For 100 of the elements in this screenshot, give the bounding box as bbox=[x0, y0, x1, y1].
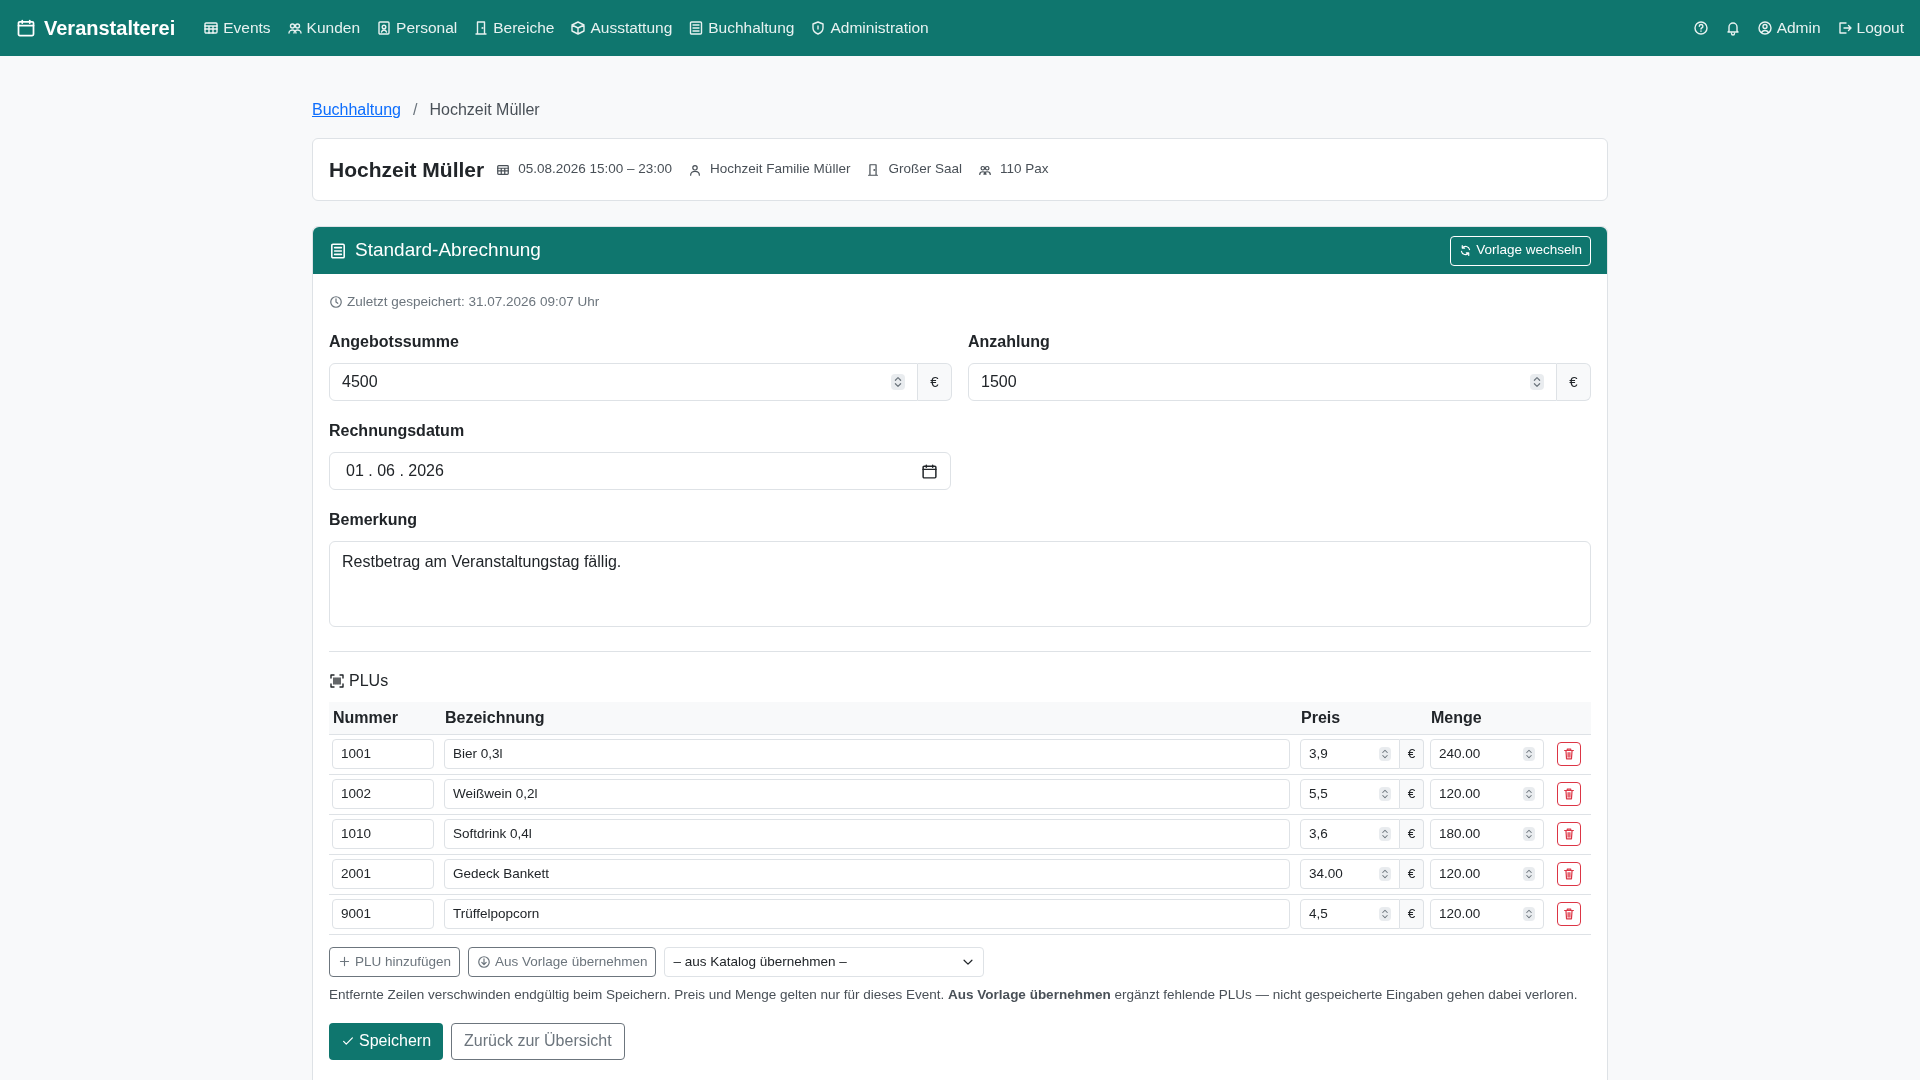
user-menu-link[interactable]: Admin bbox=[1756, 16, 1821, 40]
currency-addon: € bbox=[1400, 779, 1424, 810]
user-circle-icon bbox=[1756, 20, 1773, 36]
help-text: Entfernte Zeilen verschwinden endgültig beim Speichern. Preis und Menge gelten nur für dieses Event. Aus Vorlage übernehmen ergänzt fehlende PLUs — nicht gespeicherte Eingaben gehen dabei verloren. bbox=[329, 985, 1579, 1004]
column-header: Preis bbox=[1301, 709, 1341, 726]
currency-addon: € bbox=[1400, 819, 1424, 850]
box-icon bbox=[570, 20, 587, 36]
from-template-button[interactable]: Aus Vorlage übernehmen bbox=[468, 946, 657, 977]
field-label: Rechnungsdatum bbox=[329, 421, 466, 442]
plu-price-input[interactable]: 5,5 bbox=[1300, 779, 1400, 810]
breadcrumb-link[interactable]: Buchhaltung bbox=[312, 98, 401, 122]
table-icon bbox=[203, 20, 220, 36]
last-saved-text: Zuletzt gespeichert: 31.07.2026 09:07 Uhr bbox=[347, 293, 600, 311]
plus-section-title: PLUs bbox=[349, 671, 389, 692]
save-button[interactable]: Speichern bbox=[329, 1022, 444, 1060]
field-label: Bemerkung bbox=[329, 510, 419, 531]
currency-addon: € bbox=[918, 363, 952, 402]
plu-number-input[interactable]: 1001 bbox=[332, 739, 434, 770]
person-icon bbox=[688, 162, 703, 177]
delete-row-button[interactable] bbox=[1557, 741, 1581, 766]
notifications-button[interactable] bbox=[1724, 20, 1741, 36]
brand-link[interactable]: Veranstalterei bbox=[16, 13, 176, 43]
event-customer: Hochzeit Familie Müller bbox=[710, 160, 851, 179]
table-icon bbox=[496, 162, 511, 177]
plu-number-input[interactable]: 1002 bbox=[332, 779, 434, 810]
barcode-icon bbox=[329, 673, 345, 690]
plu-name-input[interactable]: Softdrink 0,4l bbox=[444, 819, 1290, 850]
trash-icon bbox=[1562, 786, 1576, 801]
event-guests: 110 Pax bbox=[999, 160, 1049, 179]
trash-icon bbox=[1562, 746, 1576, 761]
plu-number-input[interactable]: 2001 bbox=[332, 859, 434, 890]
plu-number-input[interactable]: 1010 bbox=[332, 819, 434, 850]
plu-quantity-input[interactable]: 120.00 bbox=[1430, 899, 1544, 930]
refresh-icon bbox=[1459, 244, 1473, 257]
delete-row-button[interactable] bbox=[1557, 861, 1581, 886]
field-label: Anzahlung bbox=[968, 332, 1051, 353]
currency-addon: € bbox=[1400, 739, 1424, 770]
nav-link[interactable]: Events bbox=[203, 16, 271, 40]
plu-number-input[interactable]: 9001 bbox=[332, 899, 434, 930]
plu-quantity-input[interactable]: 240.00 bbox=[1430, 739, 1544, 770]
calendar-icon bbox=[16, 18, 36, 38]
delete-row-button[interactable] bbox=[1557, 781, 1581, 806]
plu-price-input[interactable]: 34.00 bbox=[1300, 859, 1400, 890]
plu-quantity-input[interactable]: 120.00 bbox=[1430, 779, 1544, 810]
logout-link[interactable]: Logout bbox=[1836, 16, 1904, 40]
currency-addon: € bbox=[1400, 899, 1424, 930]
shield-icon bbox=[810, 20, 827, 36]
plu-quantity-input[interactable]: 120.00 bbox=[1430, 859, 1544, 890]
door-icon bbox=[473, 20, 490, 36]
nav-link[interactable]: Bereiche bbox=[473, 16, 555, 40]
currency-addon: € bbox=[1400, 859, 1424, 890]
ledger-icon bbox=[329, 241, 347, 260]
plu-name-input[interactable]: Weißwein 0,2l bbox=[444, 779, 1290, 810]
deposit-input[interactable]: 1500 bbox=[968, 363, 1557, 402]
remark-textarea[interactable]: Restbetrag am Veranstaltungstag fällig. bbox=[329, 541, 1591, 628]
bell-icon bbox=[1724, 20, 1741, 36]
help-icon bbox=[1692, 20, 1709, 36]
nav-link[interactable]: Administration bbox=[810, 16, 929, 40]
plu-name-input[interactable]: Bier 0,3l bbox=[444, 739, 1290, 770]
back-button[interactable]: Zurück zur Übersicht bbox=[451, 1022, 625, 1060]
help-button[interactable] bbox=[1692, 20, 1709, 36]
nav-link[interactable]: Personal bbox=[376, 16, 458, 40]
currency-addon: € bbox=[1557, 363, 1591, 402]
column-header: Nummer bbox=[333, 709, 398, 726]
offer-input[interactable]: 4500 bbox=[329, 363, 918, 402]
plu-price-input[interactable]: 3,9 bbox=[1300, 739, 1400, 770]
breadcrumb-separator: / bbox=[412, 100, 418, 120]
catalog-select[interactable]: – aus Katalog übernehmen – bbox=[664, 946, 985, 977]
plu-price-input[interactable]: 4,5 bbox=[1300, 899, 1400, 930]
plu-name-input[interactable]: Gedeck Bankett bbox=[444, 859, 1290, 890]
nav-link[interactable]: Buchhaltung bbox=[688, 16, 795, 40]
delete-row-button[interactable] bbox=[1557, 901, 1581, 926]
event-room: Großer Saal bbox=[888, 160, 962, 179]
field-label: Angebotssumme bbox=[329, 332, 460, 353]
ledger-icon bbox=[688, 20, 705, 36]
column-header: Bezeichnung bbox=[445, 709, 545, 726]
logout-icon bbox=[1836, 20, 1853, 36]
door-icon bbox=[866, 162, 881, 177]
trash-icon bbox=[1562, 826, 1576, 841]
trash-icon bbox=[1562, 906, 1576, 921]
nav-link[interactable]: Ausstattung bbox=[570, 16, 673, 40]
calendar-icon bbox=[921, 462, 938, 480]
plu-quantity-input[interactable]: 180.00 bbox=[1430, 819, 1544, 850]
switch-template-button[interactable]: Vorlage wechseln bbox=[1450, 235, 1591, 266]
event-date: 05.08.2026 15:00 – 23:00 bbox=[518, 160, 673, 179]
plu-name-input[interactable]: Trüffelpopcorn bbox=[444, 899, 1290, 930]
add-plu-button[interactable]: PLU hinzufügen bbox=[329, 946, 461, 977]
event-title: Hochzeit Müller bbox=[329, 156, 485, 183]
plu-price-input[interactable]: 3,6 bbox=[1300, 819, 1400, 850]
plus-icon bbox=[338, 955, 351, 969]
download-circle-icon bbox=[477, 954, 492, 969]
date-input[interactable]: 01 . 06 . 2026 bbox=[329, 452, 951, 491]
nav-link[interactable]: Kunden bbox=[286, 16, 361, 40]
trash-icon bbox=[1562, 866, 1576, 881]
badge-icon bbox=[376, 20, 393, 36]
column-header: Menge bbox=[1431, 709, 1482, 726]
people-icon bbox=[286, 20, 303, 36]
billing-title: Standard-Abrechnung bbox=[355, 238, 541, 263]
breadcrumb-current: Hochzeit Müller bbox=[429, 100, 540, 120]
delete-row-button[interactable] bbox=[1557, 821, 1581, 846]
